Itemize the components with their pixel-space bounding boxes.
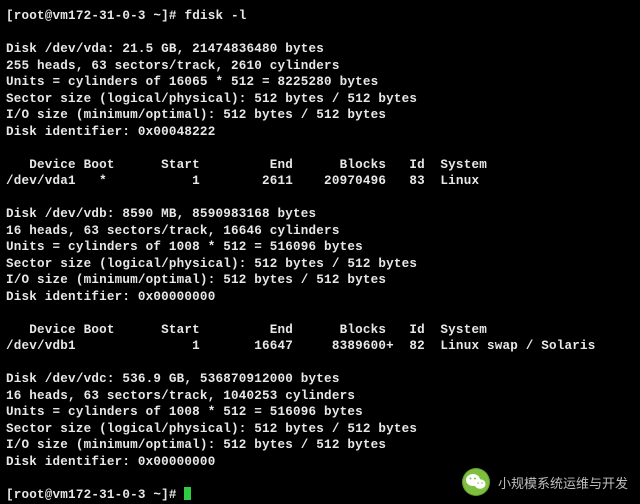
disk-vda-header: Disk /dev/vda: 21.5 GB, 21474836480 byte…: [6, 42, 324, 56]
partition-table-header: Device Boot Start End Blocks Id System: [6, 323, 487, 337]
disk-vdc-sector: Sector size (logical/physical): 512 byte…: [6, 422, 417, 436]
disk-vda-id: Disk identifier: 0x00048222: [6, 125, 215, 139]
disk-vdc-header: Disk /dev/vdc: 536.9 GB, 536870912000 by…: [6, 372, 340, 386]
disk-vda-geometry: 255 heads, 63 sectors/track, 2610 cylind…: [6, 59, 340, 73]
disk-vdc-geometry: 16 heads, 63 sectors/track, 1040253 cyli…: [6, 389, 355, 403]
command-text: fdisk -l: [184, 9, 246, 23]
terminal-output[interactable]: [root@vm172-31-0-3 ~]# fdisk -l Disk /de…: [0, 0, 640, 503]
watermark: 小规模系统运维与开发: [462, 468, 628, 496]
disk-vda-sector: Sector size (logical/physical): 512 byte…: [6, 92, 417, 106]
disk-vdb-header: Disk /dev/vdb: 8590 MB, 8590983168 bytes: [6, 207, 316, 221]
terminal-cursor: [184, 487, 191, 500]
disk-vdc-units: Units = cylinders of 1008 * 512 = 516096…: [6, 405, 363, 419]
watermark-label: 小规模系统运维与开发: [498, 473, 628, 492]
disk-vdb-geometry: 16 heads, 63 sectors/track, 16646 cylind…: [6, 224, 340, 238]
disk-vdc-io: I/O size (minimum/optimal): 512 bytes / …: [6, 438, 386, 452]
disk-vdb-units: Units = cylinders of 1008 * 512 = 516096…: [6, 240, 363, 254]
disk-vdb-io: I/O size (minimum/optimal): 512 bytes / …: [6, 273, 386, 287]
shell-prompt: [root@vm172-31-0-3 ~]#: [6, 9, 184, 23]
partition-row-vda1: /dev/vda1 * 1 2611 20970496 83 Linux: [6, 174, 479, 188]
disk-vda-units: Units = cylinders of 16065 * 512 = 82252…: [6, 75, 378, 89]
shell-prompt: [root@vm172-31-0-3 ~]#: [6, 488, 184, 502]
partition-row-vdb1: /dev/vdb1 1 16647 8389600+ 82 Linux swap…: [6, 339, 596, 353]
disk-vdc-id: Disk identifier: 0x00000000: [6, 455, 215, 469]
disk-vdb-sector: Sector size (logical/physical): 512 byte…: [6, 257, 417, 271]
partition-table-header: Device Boot Start End Blocks Id System: [6, 158, 487, 172]
wechat-icon: [462, 468, 490, 496]
disk-vdb-id: Disk identifier: 0x00000000: [6, 290, 215, 304]
disk-vda-io: I/O size (minimum/optimal): 512 bytes / …: [6, 108, 386, 122]
